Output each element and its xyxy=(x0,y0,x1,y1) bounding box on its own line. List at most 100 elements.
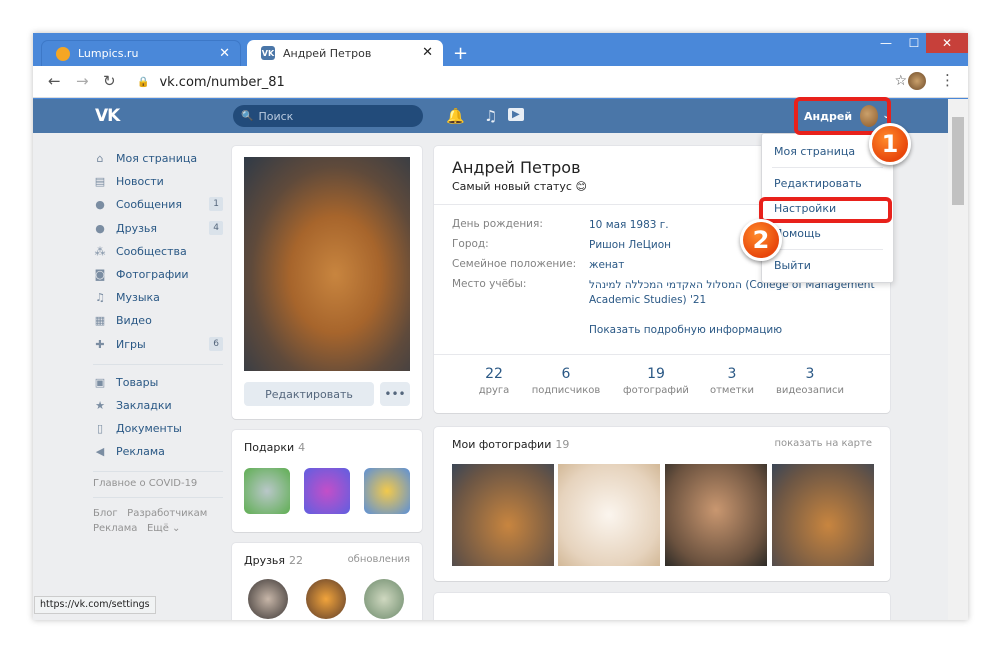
gifts-title[interactable]: Подарки 4 xyxy=(244,441,305,454)
nav-item-news[interactable]: ▤ Новости xyxy=(93,170,223,193)
divider xyxy=(93,497,223,499)
search-input[interactable]: 🔍 Поиск xyxy=(233,105,423,127)
scrollbar-thumb[interactable] xyxy=(952,117,964,205)
forward-icon[interactable]: → xyxy=(76,72,89,90)
footer-link[interactable]: Реклама xyxy=(93,523,137,534)
tab-bar: Lumpics.ru ✕ VK Андрей Петров ✕ + — ☐ ✕ xyxy=(33,33,968,66)
post-card xyxy=(434,593,890,620)
footer-link[interactable]: Ещё ⌄ xyxy=(147,523,180,534)
counter-label: фотографий xyxy=(623,385,689,396)
friend-avatar[interactable] xyxy=(306,579,346,619)
counter-followers[interactable]: 6 подписчиков xyxy=(526,366,606,396)
nav-label: Закладки xyxy=(116,398,172,412)
nav-item-groups[interactable]: ⁂ Сообщества xyxy=(93,240,223,263)
close-icon[interactable]: ✕ xyxy=(422,45,433,60)
nav-item-games[interactable]: ✚ Игры 6 xyxy=(93,333,223,356)
nav-item-photos[interactable]: ◙ Фотографии xyxy=(93,263,223,286)
friends-updates-link[interactable]: обновления xyxy=(348,554,410,565)
counter-photos[interactable]: 19 фотографий xyxy=(616,366,696,396)
footer-link[interactable]: Разработчикам xyxy=(127,508,207,519)
lock-icon: 🔒 xyxy=(137,76,150,88)
nav-item-music[interactable]: ♫ Музыка xyxy=(93,286,223,309)
photo-thumbnail[interactable] xyxy=(772,464,874,566)
tab-profile[interactable]: VK Андрей Петров ✕ xyxy=(247,40,443,66)
video-icon: ▦ xyxy=(94,314,106,328)
friends-title[interactable]: Друзья 22 xyxy=(244,554,303,567)
nav-item-my-page[interactable]: ⌂ Моя страница xyxy=(93,147,223,170)
counter-videos[interactable]: 3 видеозаписи xyxy=(770,366,850,396)
count-badge: 6 xyxy=(209,336,223,351)
counter-tags[interactable]: 3 отметки xyxy=(692,366,772,396)
counter-friends[interactable]: 22 друга xyxy=(454,366,534,396)
back-icon[interactable]: ← xyxy=(48,72,61,90)
nav-item-documents[interactable]: ▯ Документы xyxy=(93,417,223,440)
friend-avatar[interactable] xyxy=(364,579,404,619)
covid-link[interactable]: Главное о COVID-19 xyxy=(93,478,223,489)
gamepad-icon: ✚ xyxy=(95,337,105,351)
gifts-count: 4 xyxy=(298,441,306,454)
status-bar: https://vk.com/settings xyxy=(34,596,156,614)
tab-lumpics[interactable]: Lumpics.ru ✕ xyxy=(41,40,241,66)
nav-item-messages[interactable]: ● Сообщения 1 xyxy=(93,193,223,216)
nav-item-ads[interactable]: ◀ Реклама xyxy=(93,440,223,463)
gifts-title-text: Подарки xyxy=(244,441,295,454)
gift-image[interactable] xyxy=(244,468,290,514)
nav-label: Сообщества xyxy=(116,244,187,258)
search-icon: 🔍 xyxy=(241,110,254,122)
info-label: Место учёбы: xyxy=(452,278,527,290)
friend-avatar[interactable] xyxy=(248,579,288,619)
bookmark-star-icon[interactable]: ☆ xyxy=(894,73,907,89)
browser-toolbar: ← → ↻ 🔒 vk.com/number_81 ☆ ⋮ xyxy=(33,66,968,98)
vk-logo[interactable]: VK xyxy=(95,106,120,126)
friends-count: 22 xyxy=(289,554,304,567)
counter-number: 3 xyxy=(727,366,737,382)
star-icon: ★ xyxy=(95,398,105,412)
music-note-icon[interactable]: ♫ xyxy=(484,107,497,125)
counter-number: 6 xyxy=(561,366,571,382)
nav-label: Реклама xyxy=(116,445,165,459)
footer-link[interactable]: Блог xyxy=(93,508,118,519)
nav-item-video[interactable]: ▦ Видео xyxy=(93,309,223,332)
profile-status[interactable]: Самый новый статус 😊 xyxy=(452,180,587,193)
friends-card: Друзья 22 обновления xyxy=(232,543,422,620)
show-on-map-link[interactable]: показать на карте xyxy=(774,438,872,449)
more-button[interactable]: ••• xyxy=(380,382,410,406)
show-more-link[interactable]: Показать подробную информацию xyxy=(589,324,782,336)
minimize-button[interactable]: — xyxy=(871,33,901,53)
scrollbar[interactable] xyxy=(948,99,968,620)
menu-dots-icon[interactable]: ⋮ xyxy=(940,71,955,89)
gift-image[interactable] xyxy=(364,468,410,514)
profile-photo[interactable] xyxy=(244,157,410,371)
nav-item-goods[interactable]: ▣ Товары xyxy=(93,371,223,394)
photos-title[interactable]: Мои фотографии 19 xyxy=(452,438,569,451)
close-icon[interactable]: ✕ xyxy=(219,46,230,61)
counter-number: 3 xyxy=(805,366,815,382)
profile-photo-card: Редактировать ••• xyxy=(232,146,422,419)
photo-thumbnail[interactable] xyxy=(665,464,767,566)
address-bar[interactable]: 🔒 vk.com/number_81 ☆ xyxy=(127,71,907,93)
play-icon[interactable]: ▶ xyxy=(508,108,524,121)
gift-image[interactable] xyxy=(304,468,350,514)
callout-badge-2: 2 xyxy=(740,219,782,261)
nav-label: Документы xyxy=(116,422,182,436)
nav-item-friends[interactable]: ● Друзья 4 xyxy=(93,217,223,240)
reload-icon[interactable]: ↻ xyxy=(103,72,116,90)
menu-item-logout[interactable]: Выйти xyxy=(762,254,893,276)
photos-count: 19 xyxy=(555,438,570,451)
photo-thumbnail[interactable] xyxy=(558,464,660,566)
close-window-button[interactable]: ✕ xyxy=(926,33,968,53)
profile-avatar-icon[interactable] xyxy=(908,72,926,90)
counter-number: 22 xyxy=(485,366,503,382)
home-icon: ⌂ xyxy=(96,152,104,166)
friends-title-text: Друзья xyxy=(244,554,286,567)
nav-item-bookmarks[interactable]: ★ Закладки xyxy=(93,394,223,417)
new-tab-button[interactable]: + xyxy=(453,43,468,64)
maximize-button[interactable]: ☐ xyxy=(899,33,929,53)
info-label: Город: xyxy=(452,238,489,250)
menu-item-edit[interactable]: Редактировать xyxy=(762,172,893,194)
photo-thumbnail[interactable] xyxy=(452,464,554,566)
edit-profile-button[interactable]: Редактировать xyxy=(244,382,374,406)
nav-label: Музыка xyxy=(116,291,160,305)
bell-icon[interactable]: 🔔 xyxy=(446,107,465,125)
nav-label: Товары xyxy=(116,375,159,389)
